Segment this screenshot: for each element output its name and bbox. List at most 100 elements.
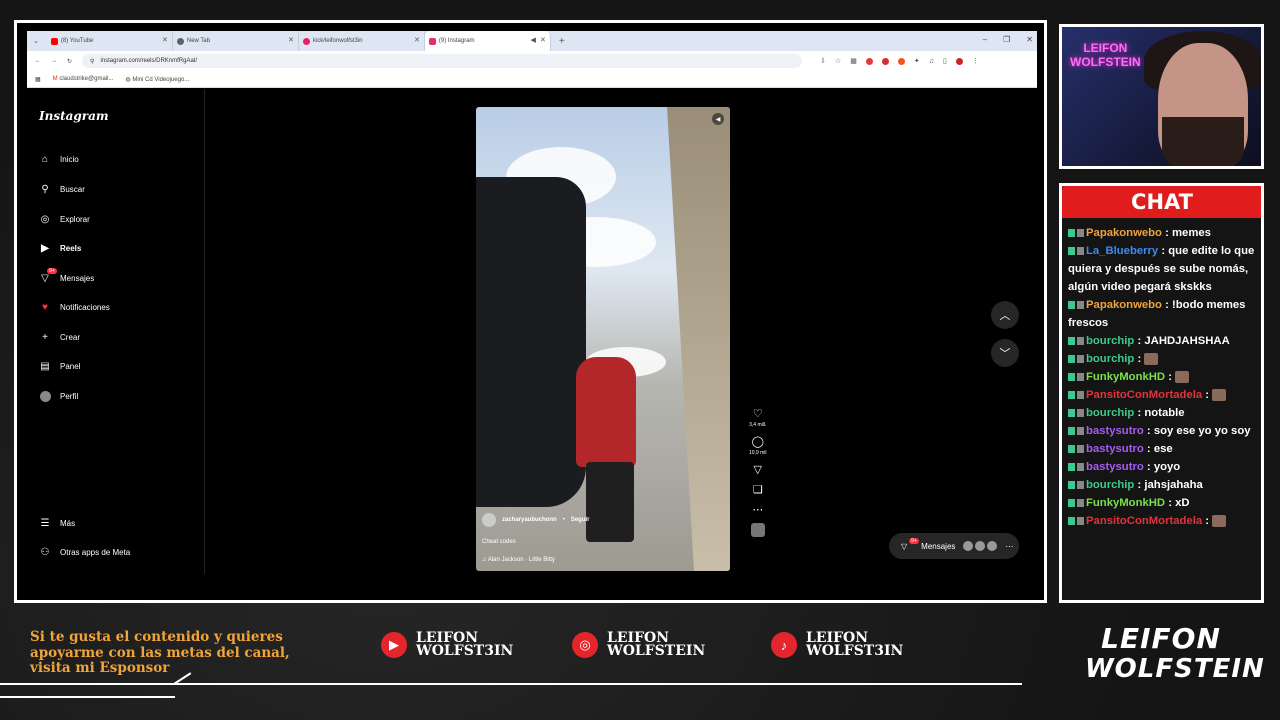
chat-separator: : bbox=[1143, 425, 1154, 437]
chat-text: memes bbox=[1172, 227, 1211, 239]
audio-thumb[interactable] bbox=[750, 523, 765, 537]
brand-line-2: WOLFSTEIN bbox=[1085, 654, 1265, 684]
bookmarks-bar: ▦ M claudstrike@gmail... ◍ Mini Cd Video… bbox=[27, 71, 1037, 88]
extension-red-icon[interactable] bbox=[865, 57, 873, 65]
puzzle-icon[interactable]: ✦ bbox=[914, 57, 920, 65]
chat-message: FunkyMonkHD : bbox=[1068, 368, 1260, 386]
forward-icon[interactable]: → bbox=[51, 58, 57, 64]
messages-button[interactable]: ▽ 9+ Mensajes ⋯ bbox=[889, 533, 1019, 559]
chat-username[interactable]: bourchip bbox=[1086, 353, 1134, 365]
instagram-logo[interactable]: Instagram bbox=[39, 109, 109, 123]
nav-panel[interactable]: ▤ Panel bbox=[39, 360, 80, 372]
chat-username[interactable]: bourchip bbox=[1086, 407, 1134, 419]
chat-username[interactable]: FunkyMonkHD bbox=[1086, 371, 1165, 383]
close-icon[interactable]: ✕ bbox=[162, 36, 168, 44]
audio-label: Alan Jackson · Little Bitty bbox=[487, 557, 555, 563]
chat-username[interactable]: bastysutro bbox=[1086, 461, 1144, 473]
moderator-badge-icon bbox=[1068, 373, 1075, 382]
chat-username[interactable]: Papakonwebo bbox=[1086, 299, 1162, 311]
nav-otras-apps[interactable]: ⚇ Otras apps de Meta bbox=[39, 546, 131, 558]
user-badge-icon bbox=[1077, 445, 1084, 454]
url-text: instagram.com/reels/DRKnmfRgAat/ bbox=[100, 58, 198, 64]
site-info-icon[interactable]: ⚲ bbox=[90, 58, 94, 65]
restore-icon[interactable]: ❐ bbox=[1003, 35, 1010, 44]
follow-button[interactable]: Seguir bbox=[571, 517, 590, 523]
comment-action[interactable]: ◯ 10,9 mil bbox=[749, 435, 767, 456]
metamask-icon[interactable] bbox=[897, 57, 905, 65]
chat-username[interactable]: bastysutro bbox=[1086, 443, 1144, 455]
chat-username[interactable]: PansitoConMortadela bbox=[1086, 389, 1202, 401]
close-window-icon[interactable]: ✕ bbox=[1026, 35, 1033, 44]
author-avatar[interactable] bbox=[482, 513, 496, 527]
nav-inicio[interactable]: ⌂ Inicio bbox=[39, 153, 79, 165]
kebab-menu-icon[interactable]: ⋮ bbox=[972, 57, 979, 65]
volume-icon[interactable]: ◀ bbox=[712, 113, 724, 125]
tab-youtube[interactable]: (8) YouTube ✕ bbox=[47, 31, 173, 51]
menu-icon: ☰ bbox=[40, 517, 50, 529]
nav-label: Explorar bbox=[60, 214, 90, 224]
nav-crear[interactable]: + Crear bbox=[39, 331, 80, 343]
bookmark-gmail[interactable]: M claudstrike@gmail... bbox=[53, 76, 114, 82]
install-icon[interactable]: ⇩ bbox=[820, 57, 826, 65]
chat-username[interactable]: bourchip bbox=[1086, 479, 1134, 491]
like-action[interactable]: ♡ 3,4 mill. bbox=[749, 407, 766, 428]
nav-buscar[interactable]: ⚲ Buscar bbox=[39, 183, 85, 195]
save-action[interactable]: ❏ bbox=[753, 483, 763, 496]
close-icon[interactable]: ✕ bbox=[540, 36, 546, 44]
extension-icon[interactable]: ▦ bbox=[850, 57, 857, 65]
close-icon[interactable]: ✕ bbox=[414, 36, 420, 44]
next-reel-button[interactable]: ﹀ bbox=[991, 339, 1019, 367]
star-icon[interactable]: ☆ bbox=[835, 57, 841, 65]
instagram-sidebar: Instagram ⌂ Inicio ⚲ Buscar ◎ Explorar ▶ Ree… bbox=[27, 89, 205, 574]
sidebar-icon[interactable]: ▯ bbox=[943, 57, 947, 65]
opera-icon[interactable] bbox=[881, 57, 889, 65]
tab-search-icon[interactable]: ⌄ bbox=[33, 37, 39, 45]
tab-new-tab[interactable]: New Tab ✕ bbox=[173, 31, 299, 51]
search-icon: ⚲ bbox=[41, 183, 49, 195]
tab-label: (8) YouTube bbox=[60, 38, 94, 44]
tiktok-icon: ♪ bbox=[771, 632, 797, 658]
chat-username[interactable]: PansitoConMortadela bbox=[1086, 515, 1202, 527]
reel-video[interactable]: ◀ zacharyaubuchonn • Seguir Cheat codes … bbox=[476, 107, 730, 571]
chat-username[interactable]: Papakonwebo bbox=[1086, 227, 1162, 239]
nav-mensajes[interactable]: ▽ 9+ Mensajes bbox=[39, 268, 94, 284]
previous-reel-button[interactable]: ︿ bbox=[991, 301, 1019, 329]
user-badge-icon bbox=[1077, 499, 1084, 508]
sponsor-promo: Si te gusta el contenido y quieres apoya… bbox=[30, 629, 290, 676]
speaker-icon[interactable]: ◀ bbox=[530, 36, 535, 44]
tab-label: kick/leifonwolfst3in bbox=[312, 38, 363, 44]
nav-perfil[interactable]: Perfil bbox=[39, 390, 78, 402]
tab-label: (9) Instagram bbox=[438, 38, 475, 44]
chat-username[interactable]: La_Blueberry bbox=[1086, 245, 1158, 257]
author-username[interactable]: zacharyaubuchonn bbox=[502, 517, 557, 523]
nav-explorar[interactable]: ◎ Explorar bbox=[39, 213, 90, 225]
tab-instagram[interactable]: (9) Instagram ◀ ✕ bbox=[424, 31, 551, 51]
minimize-icon[interactable]: – bbox=[983, 35, 987, 44]
chat-username[interactable]: bastysutro bbox=[1086, 425, 1144, 437]
chat-username[interactable]: bourchip bbox=[1086, 335, 1134, 347]
url-field[interactable]: ⚲ instagram.com/reels/DRKnmfRgAat/ bbox=[82, 54, 803, 68]
nav-notificaciones[interactable]: ♥ Notificaciones bbox=[39, 301, 110, 313]
tab-kick[interactable]: kick/leifonwolfst3in ✕ bbox=[299, 31, 425, 51]
moderator-badge-icon bbox=[1068, 409, 1075, 418]
profile-icon[interactable] bbox=[955, 57, 963, 65]
chat-separator: : bbox=[1165, 497, 1176, 509]
reel-audio[interactable]: ♫ Alan Jackson · Little Bitty bbox=[482, 557, 589, 563]
compass-icon: ◎ bbox=[40, 213, 50, 225]
chat-username[interactable]: FunkyMonkHD bbox=[1086, 497, 1165, 509]
close-icon[interactable]: ✕ bbox=[288, 36, 294, 44]
reload-icon[interactable]: ↻ bbox=[67, 58, 72, 65]
chat-message: PansitoConMortadela : bbox=[1068, 512, 1260, 530]
youtube-favicon-icon bbox=[50, 38, 58, 45]
new-tab-button[interactable]: + bbox=[559, 36, 565, 47]
share-action[interactable]: ▽ bbox=[754, 463, 762, 476]
media-icon[interactable]: ♫ bbox=[929, 58, 934, 65]
apps-icon[interactable]: ▦ bbox=[35, 76, 41, 83]
nav-reels[interactable]: ▶ Reels bbox=[39, 242, 81, 254]
back-icon[interactable]: ← bbox=[35, 58, 41, 64]
more-action[interactable]: ⋯ bbox=[752, 503, 763, 516]
nav-mas[interactable]: ☰ Más bbox=[39, 517, 76, 529]
chat-separator: : bbox=[1143, 461, 1154, 473]
bookmark-minicd[interactable]: ◍ Mini Cd Videojuego... bbox=[125, 76, 189, 83]
chat-header: CHAT bbox=[1062, 186, 1261, 218]
